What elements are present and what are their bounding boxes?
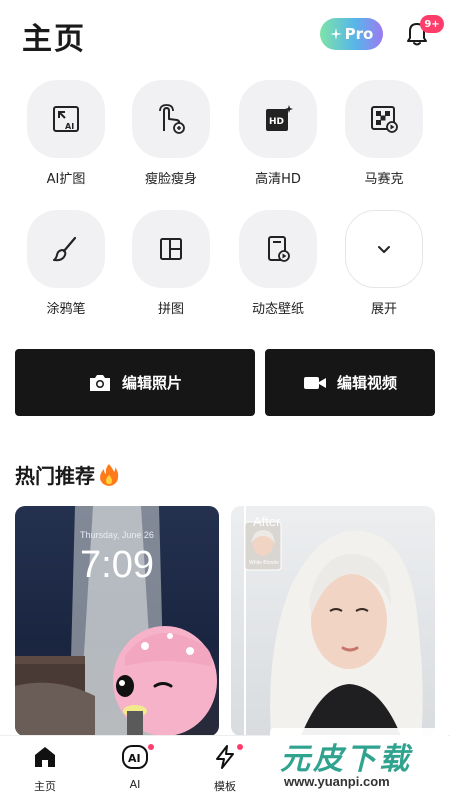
slim-touch-icon bbox=[159, 104, 185, 134]
mosaic-icon bbox=[371, 106, 398, 133]
lightning-icon bbox=[216, 745, 234, 769]
edit-video-label: 编辑视频 bbox=[336, 374, 397, 392]
tool-mosaic[interactable]: 马赛克 bbox=[344, 80, 424, 187]
sparkle-icon bbox=[329, 28, 342, 40]
watermark-logo: 元皮下载 bbox=[280, 742, 412, 777]
ai-expand-icon: AI bbox=[53, 106, 79, 132]
header: 主页 Pro 9+ bbox=[0, 0, 450, 70]
tab-templates[interactable]: 模板 bbox=[195, 744, 255, 794]
fire-icon bbox=[100, 463, 119, 486]
edit-photo-button[interactable]: 编辑照片 bbox=[15, 349, 255, 416]
notification-count-badge: 9+ bbox=[420, 15, 444, 33]
trending-card-portrait[interactable]: After White Blonde bbox=[231, 506, 435, 736]
trending-card-live-wallpaper[interactable]: Thursday, June 26 7:09 bbox=[15, 506, 219, 736]
tab-label: 主页 bbox=[34, 780, 56, 793]
watermark-overlay: 元皮下载 www.yuanpi.com bbox=[270, 728, 448, 798]
tool-slim[interactable]: 瘦脸瘦身 bbox=[131, 80, 211, 187]
tool-hd[interactable]: HD 高清HD bbox=[238, 80, 318, 187]
tool-brush[interactable]: 涂鸦笔 bbox=[26, 210, 106, 317]
home-icon bbox=[35, 747, 55, 767]
hd-icon: HD bbox=[266, 105, 293, 131]
tool-label: 涂鸦笔 bbox=[46, 302, 86, 317]
tool-label: 高清HD bbox=[255, 172, 301, 187]
svg-text:AI: AI bbox=[128, 752, 141, 765]
live-wallpaper-icon bbox=[268, 236, 290, 262]
trending-title: 热门推荐 bbox=[15, 464, 95, 488]
video-camera-icon bbox=[303, 376, 326, 389]
tool-label: 马赛克 bbox=[364, 172, 404, 187]
tab-label: 模板 bbox=[214, 780, 236, 793]
svg-text:HD: HD bbox=[269, 117, 284, 127]
templates-notification-dot bbox=[237, 744, 243, 750]
edit-video-button[interactable]: 编辑视频 bbox=[265, 349, 435, 416]
tool-label: 展开 bbox=[370, 302, 397, 317]
chevron-down-icon bbox=[378, 246, 390, 253]
ai-notification-dot bbox=[148, 744, 154, 750]
tool-label: AI扩图 bbox=[46, 172, 86, 187]
svg-text:AI: AI bbox=[65, 122, 74, 131]
lockscreen-time: 7:09 bbox=[80, 544, 154, 586]
tool-expand-more[interactable]: 展开 bbox=[344, 210, 424, 317]
pro-label: Pro bbox=[344, 25, 374, 43]
after-label: After bbox=[253, 514, 281, 529]
brush-icon bbox=[53, 236, 77, 262]
tool-ai-expand[interactable]: AI AI扩图 bbox=[26, 80, 106, 187]
edit-photo-label: 编辑照片 bbox=[121, 374, 182, 392]
tool-collage[interactable]: 拼图 bbox=[131, 210, 211, 317]
portrait-image bbox=[244, 506, 423, 736]
wallpaper-illustration bbox=[15, 506, 217, 736]
collage-icon bbox=[160, 238, 182, 260]
lockscreen-date: Thursday, June 26 bbox=[80, 530, 154, 540]
page-title: 主页 bbox=[22, 22, 86, 57]
tool-label: 动态壁纸 bbox=[251, 302, 304, 317]
tab-label: AI bbox=[129, 778, 141, 791]
tool-live-wallpaper[interactable]: 动态壁纸 bbox=[238, 210, 318, 317]
camera-icon bbox=[89, 374, 110, 391]
watermark-url: www.yuanpi.com bbox=[284, 774, 390, 789]
tab-home[interactable]: 主页 bbox=[15, 744, 75, 794]
ai-icon: AI bbox=[122, 745, 148, 769]
trending-section-title: 热门推荐 bbox=[15, 460, 119, 489]
tab-ai[interactable]: AI AI bbox=[105, 744, 165, 791]
tool-label: 拼图 bbox=[157, 302, 184, 317]
tool-label: 瘦脸瘦身 bbox=[144, 172, 197, 187]
pro-button[interactable]: Pro bbox=[320, 18, 383, 50]
thumbnail-caption: White Blonde bbox=[249, 560, 279, 566]
